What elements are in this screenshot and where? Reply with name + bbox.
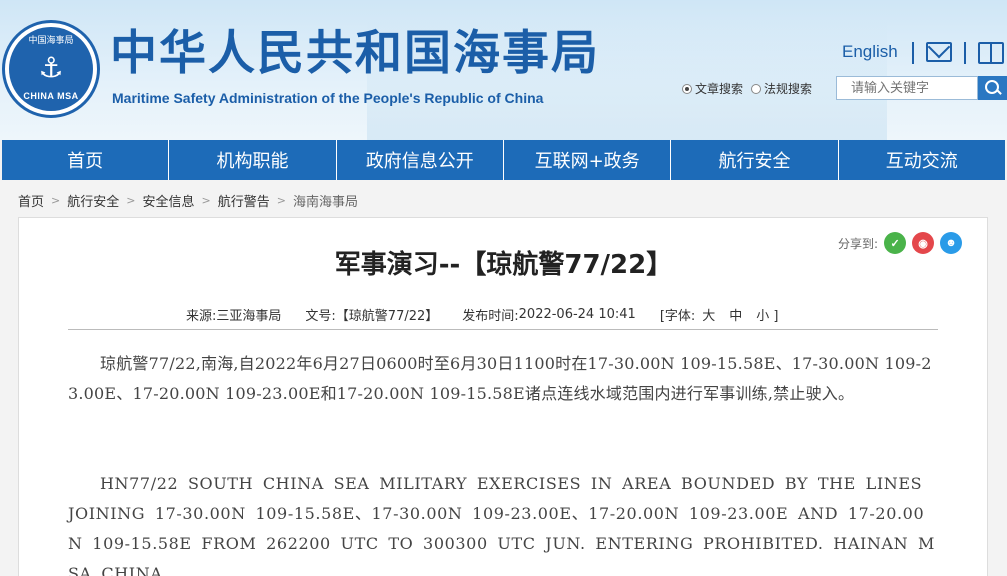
- logo-bottom-text: CHINA MSA: [23, 91, 79, 101]
- radio-selected-icon: [682, 83, 692, 94]
- book-icon[interactable]: [978, 42, 1004, 64]
- breadcrumb-nav-safety[interactable]: 航行安全: [67, 191, 119, 210]
- header-divider: [912, 42, 914, 64]
- chevron-right-icon: >: [126, 194, 136, 207]
- search-option-articles[interactable]: 文章搜索: [682, 80, 743, 97]
- publish-time-value: 2022-06-24 10:41: [518, 307, 636, 322]
- logo-top-text: 中国海事局: [28, 36, 74, 46]
- breadcrumb-nav-warnings[interactable]: 航行警告: [218, 191, 270, 210]
- font-large-button[interactable]: 大: [702, 305, 715, 324]
- nav-item-gov-info[interactable]: 政府信息公开: [336, 140, 504, 180]
- font-size-label: [字体:: [659, 309, 696, 324]
- nav-item-interaction[interactable]: 互动交流: [838, 140, 1005, 180]
- breadcrumb-home[interactable]: 首页: [18, 191, 44, 210]
- search-input[interactable]: [836, 76, 978, 100]
- search-icon[interactable]: [978, 76, 1007, 100]
- nav-item-functions[interactable]: 机构职能: [169, 140, 337, 180]
- english-link[interactable]: English: [842, 42, 898, 62]
- msa-logo[interactable]: 中国海事局 ⚓ CHINA MSA: [2, 20, 100, 118]
- nav-item-home[interactable]: 首页: [2, 140, 170, 180]
- article-paragraph-english: HN77/22 SOUTH CHINA SEA MILITARY EXERCIS…: [68, 474, 935, 576]
- source-label: 来源:: [186, 309, 217, 324]
- site-header: 中国海事局 ⚓ CHINA MSA 中华人民共和国海事局 Maritime Sa…: [0, 0, 1007, 140]
- breadcrumb-safety-info[interactable]: 安全信息: [142, 191, 194, 210]
- publish-time-label: 发布时间:: [462, 309, 519, 324]
- nav-item-internet-gov[interactable]: 互联网+政务: [503, 140, 672, 180]
- site-title: 中华人民共和国海事局: [110, 26, 600, 81]
- font-medium-button[interactable]: 中: [729, 305, 742, 324]
- search-option-label: 法规搜索: [764, 82, 813, 96]
- anchor-icon: ⚓: [38, 51, 64, 84]
- chevron-right-icon: >: [201, 194, 211, 207]
- doc-number-label: 文号:: [305, 309, 336, 324]
- site-subtitle: Maritime Safety Administration of the Pe…: [112, 90, 544, 106]
- chevron-right-icon: >: [51, 194, 61, 207]
- source-value: 三亚海事局: [216, 309, 282, 324]
- search-type-options: 文章搜索 法规搜索: [682, 80, 812, 97]
- main-nav: 首页 机构职能 政府信息公开 互联网+政务 航行安全 互动交流: [2, 140, 1005, 180]
- article-meta: 来源: 三亚海事局 文号: 【琼航警77/22】 发布时间: 2022-06-2…: [186, 305, 786, 324]
- search-option-regulations[interactable]: 法规搜索: [751, 80, 812, 97]
- meta-divider: [68, 329, 938, 330]
- mail-icon[interactable]: [926, 42, 952, 62]
- nav-item-nav-safety[interactable]: 航行安全: [671, 140, 839, 180]
- radio-unselected-icon: [751, 83, 762, 94]
- breadcrumb-hainan-msa[interactable]: 海南海事局: [293, 191, 358, 210]
- font-small-button[interactable]: 小 ]: [756, 305, 778, 324]
- breadcrumb: 首页 > 航行安全 > 安全信息 > 航行警告 > 海南海事局: [18, 191, 358, 210]
- search-option-label: 文章搜索: [695, 82, 744, 96]
- article-title: 军事演习--【琼航警77/22】: [334, 250, 673, 280]
- logo-emblem: 中国海事局 ⚓ CHINA MSA: [9, 27, 93, 111]
- header-divider: [964, 42, 966, 64]
- article-paragraph-chinese: 琼航警77/22,南海,自2022年6月27日0600时至6月30日1100时在…: [68, 354, 932, 403]
- doc-number-value: 【琼航警77/22】: [335, 309, 439, 324]
- chevron-right-icon: >: [276, 194, 286, 207]
